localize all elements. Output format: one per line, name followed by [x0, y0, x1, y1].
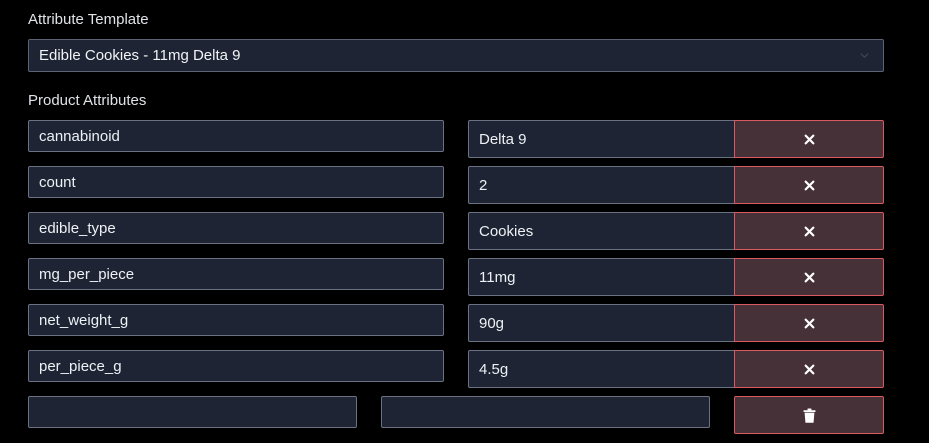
trash-icon: [803, 408, 815, 423]
attribute-row: count 2: [0, 166, 929, 204]
attribute-key-input[interactable]: cannabinoid: [28, 120, 444, 152]
new-attribute-value-input[interactable]: [381, 396, 710, 428]
remove-attribute-button[interactable]: [734, 120, 884, 158]
remove-attribute-button[interactable]: [734, 258, 884, 296]
attribute-row: net_weight_g 90g: [0, 304, 929, 342]
chevron-down-icon: [860, 53, 869, 59]
attribute-key-input[interactable]: count: [28, 166, 444, 198]
attribute-value-input[interactable]: 2: [468, 166, 735, 204]
attribute-value-input[interactable]: Cookies: [468, 212, 735, 250]
close-icon: [804, 180, 814, 190]
close-icon: [804, 134, 814, 144]
attribute-key-input[interactable]: net_weight_g: [28, 304, 444, 336]
close-icon: [804, 226, 814, 236]
attribute-key-input[interactable]: mg_per_piece: [28, 258, 444, 290]
attribute-row: edible_type Cookies: [0, 212, 929, 250]
delete-attribute-button[interactable]: [734, 396, 884, 434]
attribute-value-input[interactable]: 11mg: [468, 258, 735, 296]
attribute-row: mg_per_piece 11mg: [0, 258, 929, 296]
close-icon: [804, 318, 814, 328]
attribute-template-value: Edible Cookies - 11mg Delta 9: [39, 47, 241, 64]
attribute-row: cannabinoid Delta 9: [0, 120, 929, 158]
close-icon: [804, 364, 814, 374]
product-attributes-label: Product Attributes: [28, 92, 147, 109]
attribute-value-input[interactable]: 4.5g: [468, 350, 735, 388]
attribute-template-select[interactable]: Edible Cookies - 11mg Delta 9: [28, 39, 884, 72]
remove-attribute-button[interactable]: [734, 212, 884, 250]
close-icon: [804, 272, 814, 282]
new-attribute-row: [0, 396, 929, 434]
new-attribute-key-input[interactable]: [28, 396, 357, 428]
remove-attribute-button[interactable]: [734, 304, 884, 342]
attribute-value-input[interactable]: Delta 9: [468, 120, 735, 158]
attribute-template-label: Attribute Template: [28, 11, 149, 28]
remove-attribute-button[interactable]: [734, 350, 884, 388]
remove-attribute-button[interactable]: [734, 166, 884, 204]
attribute-row: per_piece_g 4.5g: [0, 350, 929, 388]
attribute-key-input[interactable]: edible_type: [28, 212, 444, 244]
attribute-key-input[interactable]: per_piece_g: [28, 350, 444, 382]
attribute-value-input[interactable]: 90g: [468, 304, 735, 342]
